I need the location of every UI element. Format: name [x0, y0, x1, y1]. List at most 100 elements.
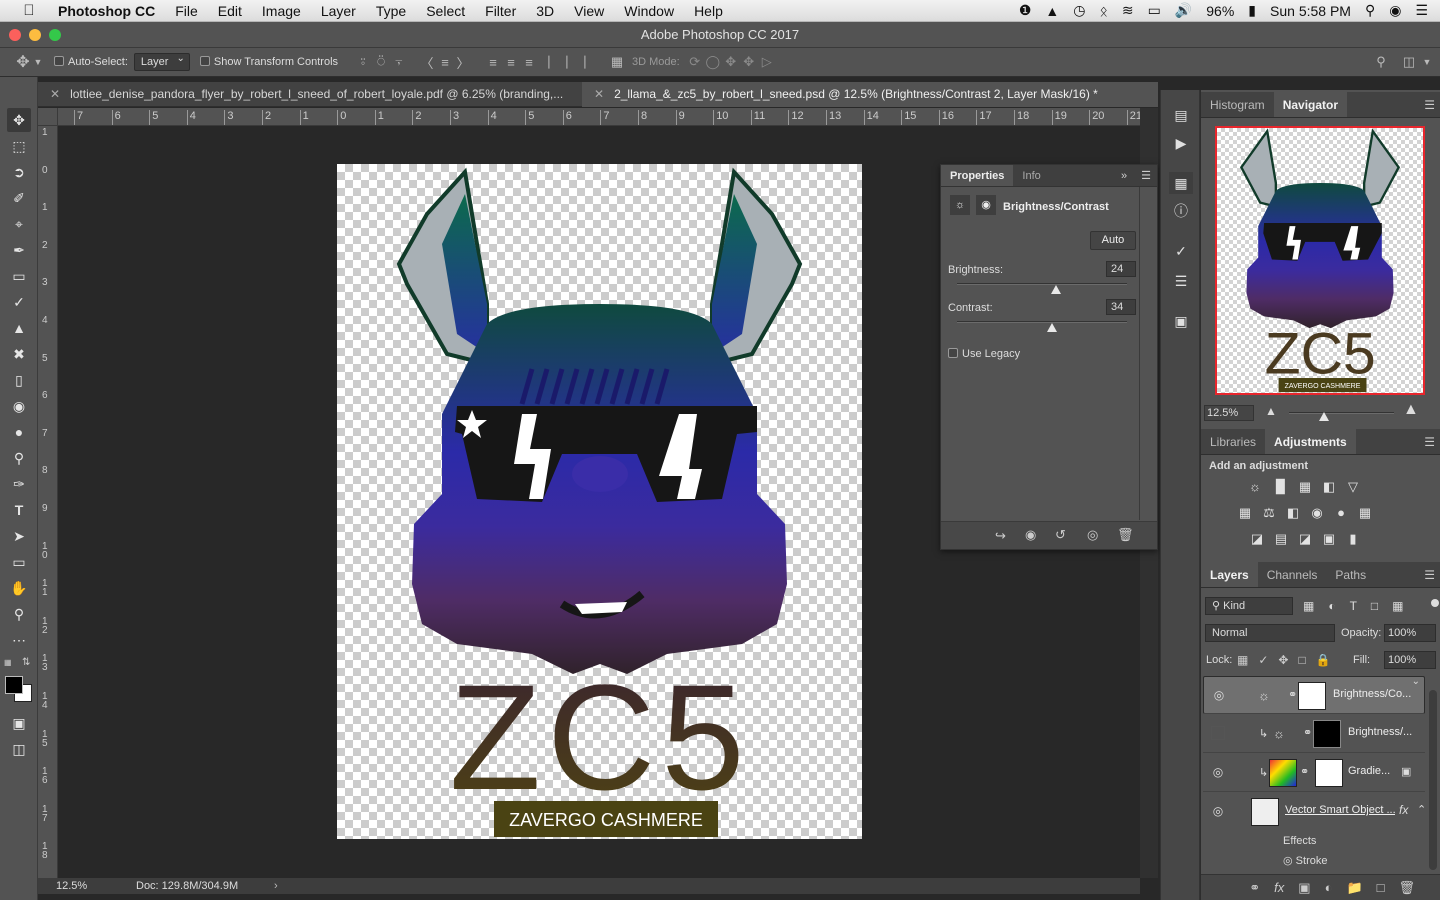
layer-mask-thumbnail[interactable] [1313, 720, 1341, 748]
auto-select-checkbox[interactable] [54, 56, 68, 68]
channel-mixer-adj-icon[interactable]: ● [1331, 504, 1351, 522]
brightness-slider[interactable] [957, 283, 1127, 285]
tab-layers[interactable]: Layers [1201, 562, 1258, 587]
blend-mode-dropdown[interactable]: Normal [1205, 624, 1335, 642]
opacity-field[interactable]: 100% [1384, 624, 1436, 642]
tab-navigator[interactable]: Navigator [1273, 92, 1348, 117]
new-group-icon[interactable]: 📁 [1346, 880, 1362, 896]
navigator-zoom-thumb[interactable] [1319, 412, 1329, 421]
siri-icon[interactable]: ◉ [1389, 2, 1401, 19]
align-right-icon[interactable]: 〉 [454, 53, 472, 72]
menu-view[interactable]: View [564, 3, 614, 19]
crop-tool-icon[interactable]: ⌖ [7, 212, 31, 236]
brush-tool-icon[interactable]: ✓ [7, 290, 31, 314]
workspace-chevron-icon[interactable]: ▼ [1422, 57, 1432, 67]
brightness-field[interactable]: 24 [1106, 261, 1136, 277]
hue-sat-adj-icon[interactable]: ▦ [1235, 504, 1255, 522]
eyedropper-tool-icon[interactable]: ✒ [7, 238, 31, 262]
navigator-thumbnail[interactable]: ZC5 ZAVERGO CASHMERE [1215, 126, 1425, 395]
fx-icon[interactable]: fx [1399, 803, 1408, 817]
character-icon[interactable]: ▣ [1169, 310, 1193, 332]
tab-channels[interactable]: Channels [1258, 562, 1327, 587]
close-tab-icon[interactable]: ✕ [594, 87, 604, 101]
invert-adj-icon[interactable]: ◪ [1247, 530, 1267, 548]
collapse-panel-icon[interactable]: » [1113, 165, 1135, 186]
hand-tool-icon[interactable]: ✋ [7, 576, 31, 600]
layer-mask-icon[interactable]: ◉ [976, 195, 996, 215]
onepassword-icon[interactable]: ❶ [1019, 2, 1032, 19]
zoom-in-icon[interactable]: ▲ [1403, 401, 1419, 419]
auto-button[interactable]: Auto [1090, 231, 1136, 250]
zoom-window-button[interactable] [49, 29, 61, 41]
menu-image[interactable]: Image [252, 3, 311, 19]
layer-row[interactable]: ◎ ↳ ⚭ Gradie... ▣ [1203, 754, 1425, 792]
menu-window[interactable]: Window [614, 3, 684, 19]
menu-app[interactable]: Photoshop CC [52, 3, 165, 19]
posterize-adj-icon[interactable]: ▤ [1271, 530, 1291, 548]
distribute-right-icon[interactable]: ⎸ [582, 54, 600, 70]
color-lookup-adj-icon[interactable]: ▦ [1355, 504, 1375, 522]
workspace-icon[interactable]: ◫ [1400, 54, 1418, 70]
swap-colors-icon[interactable]: ⇅ [22, 657, 30, 668]
selective-color-adj-icon[interactable]: ▣ [1319, 530, 1339, 548]
layer-visibility-eye-icon[interactable]: ◎ [1211, 804, 1225, 818]
photo-filter-adj-icon[interactable]: ◉ [1307, 504, 1327, 522]
layer-visibility-eye-icon[interactable]: ◎ [1211, 765, 1225, 779]
ruler-corner[interactable] [38, 108, 58, 126]
layer-style-icon[interactable]: fx [1274, 880, 1284, 895]
menu-filter[interactable]: Filter [475, 3, 526, 19]
align-hcenter-icon[interactable]: ≡ [436, 55, 454, 70]
path-select-tool-icon[interactable]: ➤ [7, 524, 31, 548]
layer-name[interactable]: Brightness/... [1348, 726, 1424, 738]
move-tool-preset-icon[interactable]: ✥ [14, 52, 32, 72]
layer-row[interactable]: ◎ ☼ ⚭ Brightness/Co... [1203, 676, 1425, 714]
chain-link-icon[interactable]: ⚭ [1303, 726, 1312, 739]
effect-eye-icon[interactable]: ◎ [1283, 855, 1293, 867]
tab-info[interactable]: Info [1013, 165, 1049, 186]
tab-libraries[interactable]: Libraries [1201, 429, 1265, 454]
tab-properties[interactable]: Properties [941, 165, 1014, 186]
align-top-icon[interactable]: ⍤ [354, 54, 372, 70]
3d-orbit-icon[interactable]: ⟳ [686, 54, 704, 70]
close-tab-icon[interactable]: ✕ [50, 87, 60, 101]
paint-bucket-tool-icon[interactable]: ◉ [7, 394, 31, 418]
3d-scale-icon[interactable]: ▷ [758, 54, 776, 70]
auto-select-dropdown[interactable]: Layer [133, 53, 190, 71]
curves-adj-icon[interactable]: ▦ [1295, 478, 1315, 496]
spotlight-icon[interactable]: ⚲ [1365, 2, 1375, 19]
quick-mask-icon[interactable]: ▣ [7, 711, 31, 735]
lasso-tool-icon[interactable]: ➲ [7, 160, 31, 184]
visibility-eye-icon[interactable]: ◎ [1087, 527, 1098, 543]
black-white-adj-icon[interactable]: ◧ [1283, 504, 1303, 522]
zoom-tool-icon[interactable]: ⚲ [7, 602, 31, 626]
menu-edit[interactable]: Edit [208, 3, 252, 19]
align-bottom-icon[interactable]: ⍪ [390, 54, 408, 70]
filter-toggle[interactable] [1431, 599, 1439, 607]
show-transform-checkbox[interactable] [199, 56, 214, 68]
new-layer-icon[interactable]: □ [1377, 880, 1385, 895]
notification-center-icon[interactable]: ☰ [1415, 2, 1428, 19]
chain-link-icon[interactable]: ⚭ [1288, 688, 1297, 701]
panel-menu-icon[interactable]: ☰ [1424, 92, 1435, 118]
pen-tool-icon[interactable]: ✑ [7, 472, 31, 496]
delete-layer-icon[interactable]: 🗑 [1398, 880, 1415, 896]
smart-object-thumbnail[interactable] [1251, 798, 1279, 826]
marquee-tool-icon[interactable]: ⬚ [7, 134, 31, 158]
chevron-down-icon[interactable]: ▼ [32, 57, 44, 67]
status-arrow-icon[interactable]: › [274, 878, 278, 894]
new-adjustment-icon[interactable]: ◐ [1325, 880, 1333, 895]
fill-field[interactable]: 100% [1384, 651, 1436, 669]
zoom-level[interactable]: 12.5% [56, 878, 87, 894]
3d-slide-icon[interactable]: ✥ [740, 54, 758, 70]
panel-menu-icon[interactable]: ☰ [1424, 562, 1435, 588]
reset-icon[interactable]: ↺ [1055, 527, 1066, 543]
3d-roll-icon[interactable]: ◯ [704, 54, 722, 70]
view-previous-icon[interactable]: ◉ [1025, 527, 1036, 543]
chain-link-icon[interactable]: ⚭ [1300, 765, 1309, 778]
airplay-icon[interactable]: ▭ [1148, 2, 1161, 19]
panel-menu-icon[interactable]: ☰ [1135, 165, 1157, 186]
menu-layer[interactable]: Layer [311, 3, 366, 19]
quick-select-tool-icon[interactable]: ✐ [7, 186, 31, 210]
brightness-adj-icon[interactable]: ☼ [1245, 478, 1265, 496]
layer-mask-thumbnail[interactable] [1315, 759, 1343, 787]
